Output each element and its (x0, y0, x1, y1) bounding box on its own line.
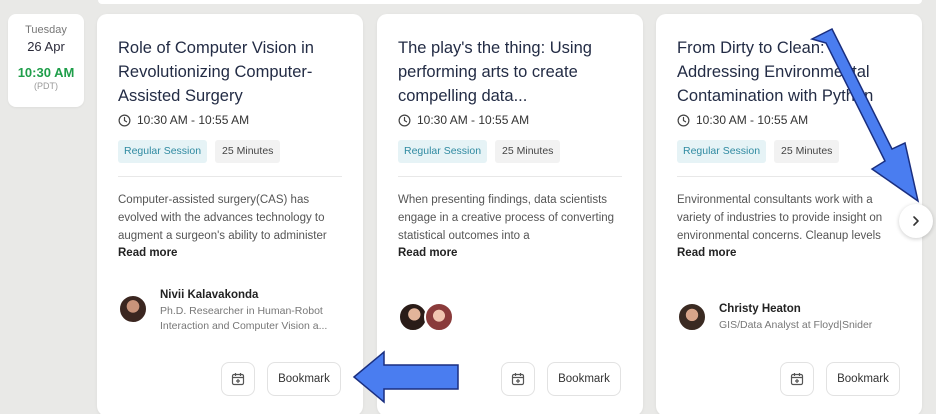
add-to-calendar-button[interactable] (221, 362, 255, 396)
calendar-add-icon (231, 373, 245, 386)
read-more-link[interactable]: Read more (677, 247, 736, 259)
bookmark-button[interactable]: Bookmark (267, 362, 341, 396)
clock-icon (677, 114, 690, 126)
session-tags: Regular Session 25 Minutes (118, 140, 281, 163)
session-time: 10:30 AM - 10:55 AM (398, 113, 529, 127)
next-page-button[interactable] (899, 204, 933, 238)
read-more-link[interactable]: Read more (118, 247, 177, 259)
duration-tag: 25 Minutes (495, 140, 561, 163)
speaker-name[interactable]: Nivii Kalavakonda (160, 289, 258, 301)
session-type-tag: Regular Session (677, 140, 767, 163)
calendar-add-icon (790, 373, 804, 386)
add-to-calendar-button[interactable] (780, 362, 814, 396)
speaker-role: GIS/Data Analyst at Floyd|Snider (719, 319, 873, 331)
session-time: 10:30 AM - 10:55 AM (118, 113, 249, 127)
date-card: Tuesday 26 Apr 10:30 AM (PDT) (8, 14, 84, 107)
bookmark-button[interactable]: Bookmark (547, 362, 621, 396)
divider (118, 176, 342, 177)
speaker-name[interactable]: Christy Heaton (719, 303, 801, 315)
speaker-role: Ph.D. Researcher in Human-Robot Interact… (160, 305, 328, 332)
session-time: 10:30 AM - 10:55 AM (677, 113, 808, 127)
session-type-tag: Regular Session (118, 140, 208, 163)
session-description: Environmental consultants work with a va… (677, 194, 883, 242)
duration-tag: 25 Minutes (774, 140, 840, 163)
chevron-right-icon (913, 216, 919, 226)
session-card[interactable]: From Dirty to Clean: Addressing Environm… (656, 14, 922, 414)
session-title[interactable]: Role of Computer Vision in Revolutionizi… (118, 36, 350, 108)
date-time: 10:30 AM (17, 65, 75, 80)
calendar-add-icon (511, 373, 525, 386)
clock-icon (118, 114, 131, 126)
read-more-link[interactable]: Read more (398, 247, 457, 259)
divider (398, 176, 622, 177)
avatar (118, 294, 148, 324)
session-type-tag: Regular Session (398, 140, 488, 163)
session-title[interactable]: The play's the thing: Using performing a… (398, 36, 630, 108)
avatar[interactable] (424, 302, 454, 332)
session-time-text: 10:30 AM - 10:55 AM (417, 113, 530, 127)
date-weekday: Tuesday (25, 24, 67, 36)
add-to-calendar-button[interactable] (501, 362, 535, 396)
date-timezone: (PDT) (34, 81, 58, 91)
session-tags: Regular Session 25 Minutes (398, 140, 561, 163)
session-time-text: 10:30 AM - 10:55 AM (696, 113, 809, 127)
session-card[interactable]: Role of Computer Vision in Revolutionizi… (97, 14, 363, 414)
session-tags: Regular Session 25 Minutes (677, 140, 840, 163)
bookmark-button[interactable]: Bookmark (826, 362, 900, 396)
session-title[interactable]: From Dirty to Clean: Addressing Environm… (677, 36, 909, 108)
session-description: When presenting findings, data scientist… (398, 194, 615, 242)
avatar (677, 302, 707, 332)
date-day: 26 Apr (27, 39, 65, 54)
clock-icon (398, 114, 411, 126)
duration-tag: 25 Minutes (215, 140, 281, 163)
session-description: Computer-assisted surgery(CAS) has evolv… (118, 194, 327, 242)
top-strip (98, 0, 922, 4)
session-time-text: 10:30 AM - 10:55 AM (137, 113, 250, 127)
divider (677, 176, 901, 177)
session-card[interactable]: The play's the thing: Using performing a… (377, 14, 643, 414)
